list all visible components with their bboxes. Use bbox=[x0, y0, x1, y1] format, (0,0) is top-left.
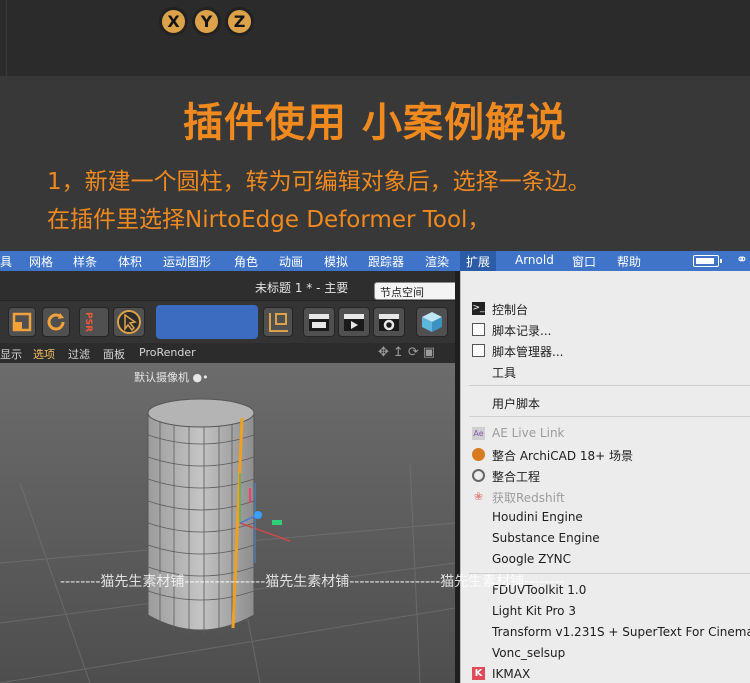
menu-item-mograph[interactable]: 运动图形 bbox=[163, 253, 211, 270]
watermark-text: --------猫先生素材铺----------------猫先生素材铺----… bbox=[60, 574, 565, 590]
menu-item-spline[interactable]: 样条 bbox=[73, 253, 97, 270]
ae-icon: Ae bbox=[472, 427, 485, 440]
render-play-icon bbox=[344, 314, 364, 331]
menu-item-simulate[interactable]: 模拟 bbox=[324, 253, 348, 270]
render-settings-icon bbox=[379, 314, 399, 331]
menu-item-tools[interactable]: 具 bbox=[0, 253, 12, 270]
dropdown-item-get-redshift: 获取Redshift bbox=[492, 491, 565, 505]
tutorial-banner: 插件使用 小案例解说 1，新建一个圆柱，转为可编辑对象后，选择一条边。 在插件里… bbox=[0, 76, 750, 251]
make-editable-icon bbox=[12, 312, 32, 332]
dropdown-item-vonc-selsup[interactable]: Vonc_selsup bbox=[492, 646, 565, 660]
render-button[interactable] bbox=[338, 307, 370, 337]
dropdown-separator bbox=[469, 416, 750, 417]
archicad-icon bbox=[472, 448, 485, 461]
camera-label[interactable]: 默认摄像机 ●• bbox=[134, 369, 209, 385]
axis-lock-group bbox=[156, 305, 258, 339]
redshift-icon: ❀ bbox=[473, 490, 484, 503]
top-strip bbox=[0, 0, 750, 76]
menu-item-render[interactable]: 渲染 bbox=[425, 253, 449, 270]
viewport-nav-icons[interactable]: ✥↥⟳▣ bbox=[378, 345, 439, 360]
layout-select[interactable]: 节点空间 bbox=[374, 282, 464, 300]
dropdown-item-console[interactable]: 控制台 bbox=[492, 301, 528, 318]
menu-item-animation[interactable]: 动画 bbox=[279, 253, 303, 270]
app-menubar: 具 网格 样条 体积 运动图形 角色 动画 模拟 跟踪器 渲染 扩展 Arnol… bbox=[0, 251, 750, 271]
coordinate-system-button[interactable] bbox=[263, 307, 293, 337]
axis-z-button[interactable]: Z bbox=[225, 7, 254, 36]
make-editable-button[interactable] bbox=[8, 307, 36, 337]
dropdown-item-ae-live-link: AE Live Link bbox=[492, 426, 565, 440]
top-strip-edge bbox=[6, 0, 7, 76]
banner-step-line-1: 1，新建一个圆柱，转为可编辑对象后，选择一条边。 bbox=[47, 169, 591, 195]
camera-name: 默认摄像机 bbox=[134, 371, 189, 384]
psr-label: PSR bbox=[83, 311, 93, 332]
dropdown-item-script-manager[interactable]: 脚本管理器... bbox=[492, 343, 563, 360]
cube-primitive-button[interactable] bbox=[416, 307, 448, 337]
dropdown-item-tools[interactable]: 工具 bbox=[492, 364, 516, 381]
psr-button[interactable]: PSR bbox=[79, 307, 109, 337]
dropdown-item-houdini-engine[interactable]: Houdini Engine bbox=[492, 510, 583, 524]
axis-x-button[interactable]: X bbox=[159, 7, 188, 36]
clapboard-icon bbox=[309, 314, 329, 331]
dropdown-item-light-kit-pro[interactable]: Light Kit Pro 3 bbox=[492, 604, 576, 618]
console-icon: >_ bbox=[472, 302, 485, 315]
menu-item-mesh[interactable]: 网格 bbox=[29, 253, 53, 270]
dropdown-item-archicad[interactable]: 整合 ArchiCAD 18+ 场景 bbox=[492, 447, 633, 464]
menu-item-extensions[interactable]: 扩展 bbox=[460, 251, 497, 271]
viewport-scene bbox=[0, 398, 455, 683]
refresh-icon bbox=[47, 313, 65, 331]
coordinate-system-icon bbox=[269, 313, 288, 332]
document-title: 未标题 1 * - 主要 bbox=[255, 281, 349, 295]
render-view-button[interactable] bbox=[303, 307, 335, 337]
ikmax-icon: K bbox=[472, 667, 485, 680]
rotate-view-icon[interactable]: ⟳ bbox=[408, 345, 423, 360]
dropdown-item-user-scripts[interactable]: 用户脚本 bbox=[492, 395, 540, 412]
extensions-dropdown-menu: >_ 控制台 脚本记录... 脚本管理器... 工具 用户脚本 Ae AE Li… bbox=[460, 271, 750, 683]
dropdown-item-google-zync[interactable]: Google ZYNC bbox=[492, 552, 571, 566]
dropdown-item-transform-supertext[interactable]: Transform v1.231S + SuperText For Cinema… bbox=[492, 625, 750, 639]
battery-icon[interactable] bbox=[693, 255, 722, 267]
menu-item-arnold[interactable]: Arnold bbox=[515, 253, 554, 267]
banner-title: 插件使用 小案例解说 bbox=[183, 100, 567, 146]
viewport-menu-prorender[interactable]: ProRender bbox=[139, 346, 196, 359]
3d-viewport[interactable] bbox=[0, 363, 455, 683]
banner-step-line-2: 在插件里选择NirtoEdge Deformer Tool， bbox=[47, 207, 491, 233]
menu-item-help[interactable]: 帮助 bbox=[617, 253, 641, 270]
viewport-menu-filter[interactable]: 过滤 bbox=[68, 346, 90, 362]
script-manager-icon bbox=[472, 344, 485, 357]
dropdown-item-substance-engine[interactable]: Substance Engine bbox=[492, 531, 600, 545]
script-log-icon bbox=[472, 323, 485, 336]
camera-icon: ●• bbox=[192, 371, 209, 384]
viewport-menu-options[interactable]: 选项 bbox=[33, 346, 55, 362]
axis-y-button[interactable]: Y bbox=[192, 7, 221, 36]
menu-item-volume[interactable]: 体积 bbox=[118, 253, 142, 270]
render-settings-button[interactable] bbox=[373, 307, 405, 337]
dropdown-item-merge-project[interactable]: 整合工程 bbox=[492, 468, 540, 485]
maximize-view-icon[interactable]: ▣ bbox=[423, 345, 439, 360]
move-view-icon[interactable]: ✥ bbox=[378, 345, 393, 360]
wifi-icon[interactable]: ⚭ bbox=[736, 252, 748, 268]
select-tool-button[interactable] bbox=[113, 307, 145, 337]
menu-item-tracker[interactable]: 跟踪器 bbox=[368, 253, 404, 270]
zoom-view-icon[interactable]: ↥ bbox=[393, 345, 408, 360]
refresh-button[interactable] bbox=[42, 307, 70, 337]
cursor-icon bbox=[117, 310, 141, 334]
merge-project-icon bbox=[472, 469, 485, 482]
dropdown-item-ikmax[interactable]: IKMAX bbox=[492, 667, 530, 681]
dropdown-separator bbox=[469, 385, 750, 386]
menu-item-window[interactable]: 窗口 bbox=[572, 253, 596, 270]
menu-item-character[interactable]: 角色 bbox=[234, 253, 258, 270]
cube-icon bbox=[422, 312, 442, 332]
viewport-menu-panel[interactable]: 面板 bbox=[103, 346, 125, 362]
dropdown-item-script-log[interactable]: 脚本记录... bbox=[492, 322, 551, 339]
viewport-menu-display[interactable]: 显示 bbox=[0, 346, 22, 362]
